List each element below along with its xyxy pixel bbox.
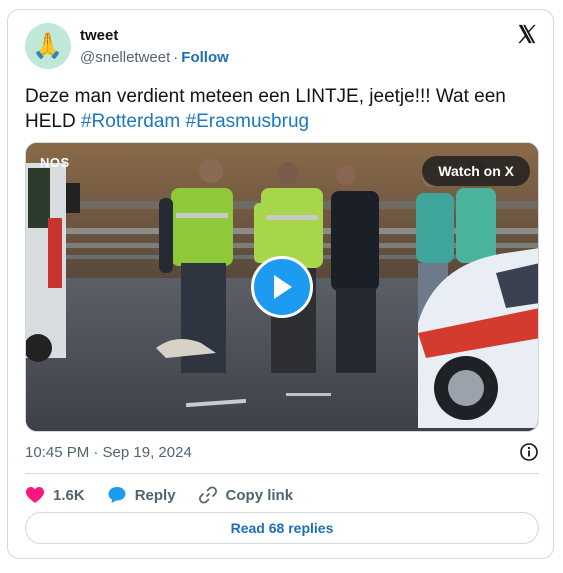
reply-button[interactable]: Reply (107, 486, 176, 504)
separator: · (173, 49, 179, 66)
action-bar: 1.6K Reply Copy link (25, 483, 315, 507)
person-officer (331, 165, 379, 373)
play-button[interactable] (251, 256, 313, 318)
author-name[interactable]: tweet (80, 27, 118, 44)
reply-icon (108, 487, 126, 503)
nos-watermark: NOS (40, 155, 70, 170)
heart-icon (26, 487, 44, 503)
copy-link-label: Copy link (225, 486, 294, 504)
avatar[interactable]: 🙏 (25, 23, 71, 69)
reply-label: Reply (134, 486, 176, 504)
follow-button[interactable]: Follow (181, 49, 229, 66)
watch-on-x-button[interactable]: Watch on X (422, 156, 530, 186)
x-logo-icon[interactable] (516, 23, 538, 45)
author-handle-row: @snelletweet · Follow (80, 49, 229, 66)
read-replies-button[interactable]: Read 68 replies (25, 512, 539, 544)
tweet-timestamp[interactable]: 10:45 PM · Sep 19, 2024 (25, 444, 192, 461)
copy-link-button[interactable]: Copy link (198, 485, 294, 505)
hashtag-erasmusbrug[interactable]: #Erasmusbrug (186, 111, 310, 132)
video-media[interactable]: NOS Watch on X (25, 142, 539, 432)
tweet-text: Deze man verdient meteen een LINTJE, jee… (25, 84, 535, 134)
hashtag-rotterdam[interactable]: #Rotterdam (81, 111, 180, 132)
play-icon (274, 275, 292, 299)
link-icon (198, 486, 217, 504)
like-count: 1.6K (53, 486, 85, 504)
tweet-card: 🙏 tweet @snelletweet · Follow Deze man ver… (7, 9, 554, 559)
like-button[interactable]: 1.6K (25, 486, 85, 504)
info-icon[interactable] (519, 442, 539, 462)
divider (25, 473, 539, 474)
author-handle[interactable]: @snelletweet (80, 49, 170, 66)
